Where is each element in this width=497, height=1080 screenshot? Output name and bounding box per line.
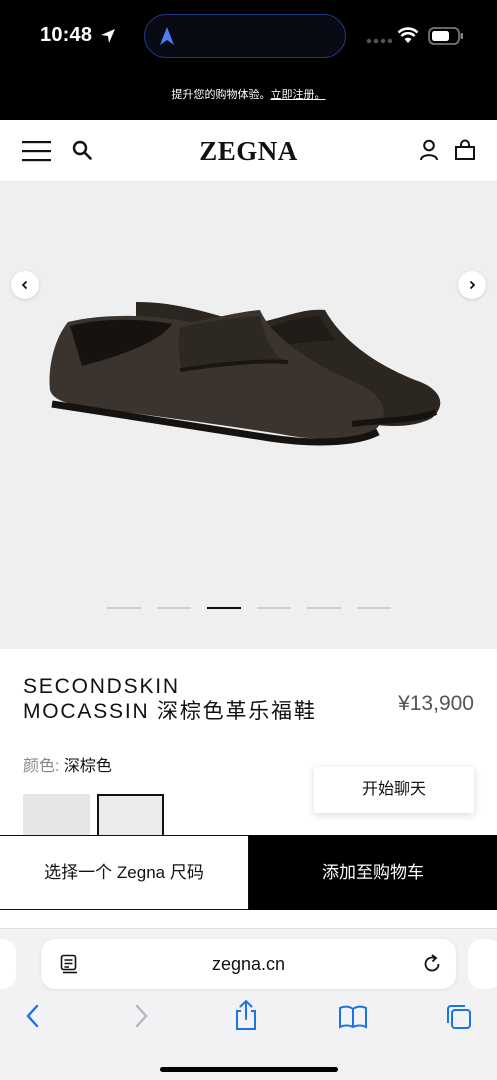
color-swatch[interactable] [23,794,90,836]
pagination-dot[interactable] [257,607,291,609]
location-arrow-icon [101,29,115,43]
chevron-left-icon [21,280,28,290]
previous-tab-preview[interactable] [0,939,16,989]
battery-icon [428,27,463,45]
bookmarks-icon[interactable] [338,1005,368,1029]
shopping-bag-icon[interactable] [454,139,476,161]
account-icon[interactable] [418,139,440,161]
site-header: ZEGNA [0,120,497,182]
product-gallery[interactable] [0,182,497,649]
color-swatch-selected[interactable] [97,794,164,836]
product-image [49,302,441,446]
cellular-signal-icon [366,38,392,44]
home-indicator[interactable] [160,1067,338,1072]
reload-icon[interactable] [421,953,443,975]
next-image-button[interactable] [458,271,486,299]
navigation-arrow-icon [160,27,174,45]
pagination-dot-active[interactable] [207,607,241,609]
start-chat-button[interactable]: 开始聊天 [314,767,474,813]
color-label: 颜色: [23,758,60,775]
pagination-dot[interactable] [357,607,391,609]
tabs-icon[interactable] [445,1003,473,1031]
promo-text: 提升您的购物体验。 [171,89,271,101]
pagination-dot[interactable] [107,607,141,609]
next-tab-preview[interactable] [468,939,497,989]
color-value: 深棕色 [63,758,112,775]
promo-banner: 提升您的购物体验。立即注册。 [0,80,497,120]
gallery-pagination [107,607,391,609]
chevron-right-icon [469,280,476,290]
color-selector-label: 颜色: 深棕色 [23,752,112,776]
back-icon[interactable] [24,1003,42,1029]
product-price: ¥13,900 [398,692,474,715]
product-title: SECONDSKIN MOCASSIN 深棕色革乐福鞋 [23,674,317,724]
previous-image-button[interactable] [11,271,39,299]
url-text: zegna.cn [211,954,286,974]
pagination-dot[interactable] [307,607,341,609]
register-link[interactable]: 立即注册。 [271,89,326,101]
share-icon[interactable] [234,999,258,1031]
status-bar: 10:48 [0,0,497,80]
wifi-icon [397,27,419,43]
address-bar[interactable]: zegna.cn [41,939,456,989]
product-title-line1: SECONDSKIN [23,675,180,698]
browser-toolbar: zegna.cn [0,928,497,1080]
add-to-cart-button[interactable]: 添加至购物车 [249,835,497,910]
clock: 10:48 [40,24,93,46]
pagination-dot[interactable] [157,607,191,609]
dynamic-island[interactable] [144,14,346,58]
select-size-button[interactable]: 选择一个 Zegna 尺码 [0,835,249,910]
product-title-line2: MOCASSIN 深棕色革乐福鞋 [23,700,317,723]
forward-icon[interactable] [132,1003,150,1029]
